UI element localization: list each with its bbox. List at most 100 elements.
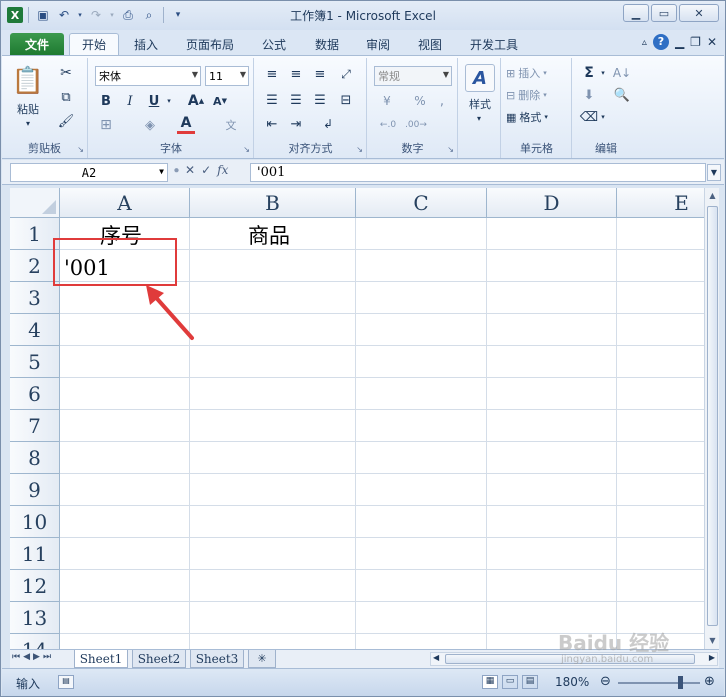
doc-close-icon[interactable]: ✕ <box>707 35 717 49</box>
orientation-icon[interactable]: ⤢ <box>335 66 357 82</box>
next-sheet-icon[interactable]: ▶ <box>33 652 40 662</box>
underline-dropdown-icon[interactable]: ▾ <box>165 94 173 108</box>
row-header-9[interactable]: 9 <box>10 474 60 506</box>
insert-function-icon[interactable]: fx <box>217 163 228 177</box>
italic-button[interactable]: I <box>121 92 139 110</box>
tab-home[interactable]: 开始 <box>69 33 119 55</box>
tab-view[interactable]: 视图 <box>407 33 453 55</box>
row-header-6[interactable]: 6 <box>10 378 60 410</box>
copy-icon[interactable]: ⧉ <box>56 88 76 106</box>
scroll-down-icon[interactable]: ▼ <box>706 633 719 648</box>
row-header-13[interactable]: 13 <box>10 602 60 634</box>
close-button[interactable]: ✕ <box>679 4 719 22</box>
fill-color-icon[interactable]: ◈ <box>141 116 159 134</box>
insert-cells-button[interactable]: ⊞ 插入 ▾ <box>506 64 568 82</box>
find-select-icon[interactable]: 🔍 <box>611 86 633 104</box>
sheet-tab-3[interactable]: Sheet3 <box>190 650 244 668</box>
sheet-tab-2[interactable]: Sheet2 <box>132 650 186 668</box>
currency-icon[interactable]: ¥ <box>376 92 398 110</box>
format-cells-button[interactable]: ▦ 格式 ▾ <box>506 108 568 126</box>
normal-view-icon[interactable]: ▦ <box>482 675 498 689</box>
clipboard-launcher-icon[interactable]: ↘ <box>77 145 84 154</box>
column-header-d[interactable]: D <box>487 188 617 218</box>
comma-button[interactable]: , <box>434 92 450 110</box>
doc-restore-icon[interactable]: ❐ <box>690 35 701 49</box>
row-header-8[interactable]: 8 <box>10 442 60 474</box>
zoom-level[interactable]: 180% <box>555 675 589 689</box>
row-header-14[interactable]: 14 <box>10 634 60 649</box>
format-painter-icon[interactable]: 🖌 <box>56 112 76 130</box>
tab-review[interactable]: 审阅 <box>355 33 401 55</box>
cut-icon[interactable]: ✂ <box>56 64 76 82</box>
row-header-10[interactable]: 10 <box>10 506 60 538</box>
sheet-tab-1[interactable]: Sheet1 <box>74 650 128 668</box>
row-header-4[interactable]: 4 <box>10 314 60 346</box>
vertical-scrollbar[interactable]: ▲ ▼ <box>704 188 719 649</box>
align-center-icon[interactable]: ☰ <box>287 92 305 108</box>
align-top-icon[interactable]: ≡ <box>263 66 281 82</box>
fill-icon[interactable]: ⬇ <box>579 86 599 104</box>
tab-file[interactable]: 文件 <box>10 33 64 55</box>
scroll-up-icon[interactable]: ▲ <box>706 188 719 203</box>
bold-button[interactable]: B <box>97 92 115 110</box>
help-icon[interactable]: ? <box>652 34 669 50</box>
column-header-b[interactable]: B <box>190 188 356 218</box>
merge-center-icon[interactable]: ⊟ <box>335 92 357 108</box>
row-header-12[interactable]: 12 <box>10 570 60 602</box>
column-header-e[interactable]: E <box>617 188 704 218</box>
align-right-icon[interactable]: ☰ <box>311 92 329 108</box>
align-left-icon[interactable]: ☰ <box>263 92 281 108</box>
increase-decimal-icon[interactable]: ←.0 <box>376 116 400 134</box>
number-format-select[interactable]: 常规 ▼ <box>374 66 452 86</box>
scroll-left-icon[interactable]: ◀ <box>433 653 439 662</box>
font-color-icon[interactable]: A <box>177 114 195 134</box>
minimize-button[interactable]: ▁ <box>623 4 649 22</box>
decrease-indent-icon[interactable]: ⇤ <box>263 116 281 132</box>
phonetic-icon[interactable]: 文 <box>219 116 243 134</box>
minimize-ribbon-icon[interactable]: ▵ <box>642 37 647 48</box>
paste-label[interactable]: 粘贴 <box>10 102 46 116</box>
paste-dropdown-icon[interactable]: ▾ <box>22 118 34 128</box>
borders-icon[interactable]: ⊞ <box>97 116 115 134</box>
align-middle-icon[interactable]: ≡ <box>287 66 305 82</box>
doc-minimize-icon[interactable]: ▁ <box>675 35 684 49</box>
grow-font-icon[interactable]: A ▲ <box>187 92 205 110</box>
new-sheet-icon[interactable]: ✳ <box>248 650 276 668</box>
formula-input[interactable]: '001 <box>250 163 706 182</box>
styles-icon[interactable]: A <box>465 64 495 92</box>
zoom-in-icon[interactable]: ⊕ <box>704 674 715 689</box>
styles-button[interactable]: 样式 <box>461 96 499 112</box>
autosum-dropdown-icon[interactable]: ▾ <box>599 66 607 80</box>
maximize-button[interactable]: ▭ <box>651 4 677 22</box>
increase-indent-icon[interactable]: ⇥ <box>287 116 305 132</box>
percent-button[interactable]: % <box>412 92 428 110</box>
page-break-view-icon[interactable]: ▤ <box>522 675 538 689</box>
macro-record-icon[interactable]: ▤ <box>58 675 74 689</box>
vertical-scroll-thumb[interactable] <box>707 206 718 626</box>
zoom-out-icon[interactable]: ⊖ <box>600 674 611 689</box>
row-header-7[interactable]: 7 <box>10 410 60 442</box>
align-bottom-icon[interactable]: ≡ <box>311 66 329 82</box>
prev-sheet-icon[interactable]: ◀ <box>23 652 30 662</box>
alignment-launcher-icon[interactable]: ↘ <box>356 145 363 154</box>
name-box[interactable]: A2 ▼ <box>10 163 168 182</box>
font-launcher-icon[interactable]: ↘ <box>243 145 250 154</box>
zoom-slider-thumb[interactable] <box>678 676 683 689</box>
number-launcher-icon[interactable]: ↘ <box>447 145 454 154</box>
zoom-slider[interactable] <box>618 682 700 684</box>
underline-button[interactable]: U <box>145 92 163 110</box>
last-sheet-icon[interactable]: ⏭ <box>43 652 51 662</box>
worksheet-grid[interactable]: A B C D E 1 2 3 4 5 6 7 8 9 10 11 12 13 … <box>10 188 704 649</box>
first-sheet-icon[interactable]: ⏮ <box>12 652 20 662</box>
row-header-11[interactable]: 11 <box>10 538 60 570</box>
font-size-select[interactable]: 11 ▼ <box>205 66 249 86</box>
column-header-a[interactable]: A <box>60 188 190 218</box>
tab-developer[interactable]: 开发工具 <box>461 33 527 55</box>
select-all-corner[interactable] <box>10 188 60 218</box>
page-layout-view-icon[interactable]: ▭ <box>502 675 518 689</box>
styles-dropdown-icon[interactable]: ▾ <box>473 112 485 124</box>
clear-dropdown-icon[interactable]: ▾ <box>599 110 607 124</box>
scroll-right-icon[interactable]: ▶ <box>709 653 715 662</box>
row-header-5[interactable]: 5 <box>10 346 60 378</box>
wrap-text-icon[interactable]: ↲ <box>317 116 339 132</box>
